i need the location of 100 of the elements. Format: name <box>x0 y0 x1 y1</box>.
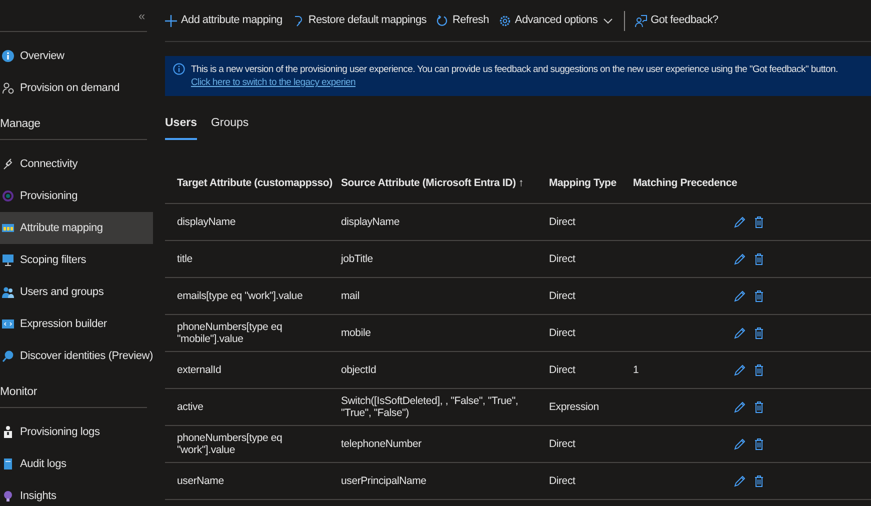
table-cell: displayName <box>341 204 537 241</box>
edit-button[interactable] <box>733 216 745 228</box>
options-button[interactable]: Advanced options <box>498 12 614 29</box>
table-cell: emails[type eq "work"].value <box>165 278 341 315</box>
trash-icon <box>753 253 765 265</box>
section-heading: Manage <box>0 110 147 140</box>
delete-button[interactable] <box>753 253 765 265</box>
plus-icon <box>165 14 177 26</box>
sidebar-item[interactable]: Insights <box>0 480 153 506</box>
edit-button[interactable] <box>733 438 745 450</box>
tab[interactable]: Users <box>165 114 197 140</box>
edit-button[interactable] <box>733 290 745 302</box>
people-icon <box>2 286 14 298</box>
info-icon <box>173 63 185 75</box>
table-cell: Direct <box>537 241 621 278</box>
table-cell: userName <box>165 463 341 500</box>
trash-icon <box>753 401 765 413</box>
edit-button[interactable] <box>733 475 745 487</box>
table-cell: Direct <box>537 278 621 315</box>
sidebar-item[interactable]: Discover identities (Preview) <box>0 340 153 372</box>
table-cell: externalId <box>165 352 341 389</box>
delete-button[interactable] <box>753 327 765 339</box>
trash-icon <box>753 327 765 339</box>
table-cell: Expression <box>537 389 621 426</box>
restore-button[interactable]: Restore default mappings <box>292 12 426 29</box>
refresh-button[interactable]: Refresh <box>436 12 489 29</box>
table-cell: Direct <box>537 204 621 241</box>
edit-button[interactable] <box>733 253 745 265</box>
column-header: Mapping Type <box>537 164 621 204</box>
sidebar-item[interactable]: Provision on demand <box>0 72 153 104</box>
sidebar-item[interactable]: Scoping filters <box>0 244 153 276</box>
edit-button[interactable] <box>733 401 745 413</box>
sidebar-item[interactable]: Provisioning logs <box>0 416 153 448</box>
table-cell: Direct <box>537 463 621 500</box>
feedback-icon <box>634 14 647 26</box>
notebook-icon <box>2 458 14 470</box>
person-icon <box>2 82 14 94</box>
table-cell: mobile <box>341 315 537 352</box>
pencil-icon <box>733 253 745 265</box>
table-icon <box>2 222 14 234</box>
table-cell: Direct <box>537 426 621 463</box>
trash-icon <box>753 216 765 228</box>
undo-icon <box>292 14 304 26</box>
pencil-icon <box>733 364 745 376</box>
edit-button[interactable] <box>733 364 745 376</box>
add-button[interactable]: Add attribute mapping <box>165 12 282 29</box>
sidebar-item[interactable]: Audit logs <box>0 448 153 480</box>
feedback-button[interactable]: Got feedback? <box>634 12 718 29</box>
table-cell: 1 <box>621 352 733 389</box>
column-header[interactable]: Source Attribute (Microsoft Entra ID) ↑ <box>341 164 537 204</box>
trash-icon <box>753 438 765 450</box>
sidebar-item[interactable]: Overview <box>0 40 153 72</box>
table-cell: userPrincipalName <box>341 463 537 500</box>
edit-button[interactable] <box>733 327 745 339</box>
table-cell: title <box>165 241 341 278</box>
table-cell: telephoneNumber <box>341 426 537 463</box>
pencil-icon <box>733 216 745 228</box>
table-cell: mail <box>341 278 537 315</box>
delete-button[interactable] <box>753 438 765 450</box>
table-cell: Direct <box>537 315 621 352</box>
pencil-icon <box>733 401 745 413</box>
delete-button[interactable] <box>753 290 765 302</box>
delete-button[interactable] <box>753 216 765 228</box>
table-cell: objectId <box>341 352 537 389</box>
pencil-icon <box>733 475 745 487</box>
table-cell: Switch([IsSoftDeleted], , "False", "True", "True", "False") <box>341 389 537 426</box>
info-icon <box>2 50 14 62</box>
legacy-link[interactable]: Click here to switch to the legacy experien <box>191 77 356 88</box>
table-cell: jobTitle <box>341 241 537 278</box>
sidebar-item[interactable]: Connectivity <box>0 148 153 180</box>
refresh-icon <box>436 14 448 26</box>
delete-button[interactable] <box>753 475 765 487</box>
trash-icon <box>753 364 765 376</box>
pencil-icon <box>733 290 745 302</box>
delete-button[interactable] <box>753 401 765 413</box>
delete-button[interactable] <box>753 364 765 376</box>
trash-icon <box>753 290 765 302</box>
trash-icon <box>753 475 765 487</box>
plug-icon <box>2 158 14 170</box>
banner-message: This is a new version of the provisioning user experience. You can provide us feedback and suggestions on the new user experience using the "Got feedback" button. Click here to switch to the legacy experien <box>191 63 839 89</box>
section-heading: Monitor <box>0 378 147 408</box>
search-icon <box>2 350 14 362</box>
settings-icon <box>498 14 511 26</box>
code-icon <box>2 318 14 330</box>
sidebar-item[interactable]: Attribute mapping <box>0 212 153 244</box>
collapse-button[interactable]: « <box>138 6 145 24</box>
monitor-icon <box>2 254 14 266</box>
sidebar-item[interactable]: Expression builder <box>0 308 153 340</box>
pencil-icon <box>733 327 745 339</box>
table-cell: phoneNumbers[type eq "work"].value <box>165 426 341 463</box>
table-cell: Direct <box>537 352 621 389</box>
sidebar-item[interactable]: Users and groups <box>0 276 153 308</box>
bulb-icon <box>2 490 14 502</box>
table-cell: displayName <box>165 204 341 241</box>
pencil-icon <box>733 438 745 450</box>
table-cell: active <box>165 389 341 426</box>
tab[interactable]: Groups <box>210 114 249 140</box>
column-header[interactable]: Target Attribute (customappsso) <box>165 164 341 204</box>
sidebar-item[interactable]: Provisioning <box>0 180 153 212</box>
table-cell: phoneNumbers[type eq "mobile"].value <box>165 315 341 352</box>
